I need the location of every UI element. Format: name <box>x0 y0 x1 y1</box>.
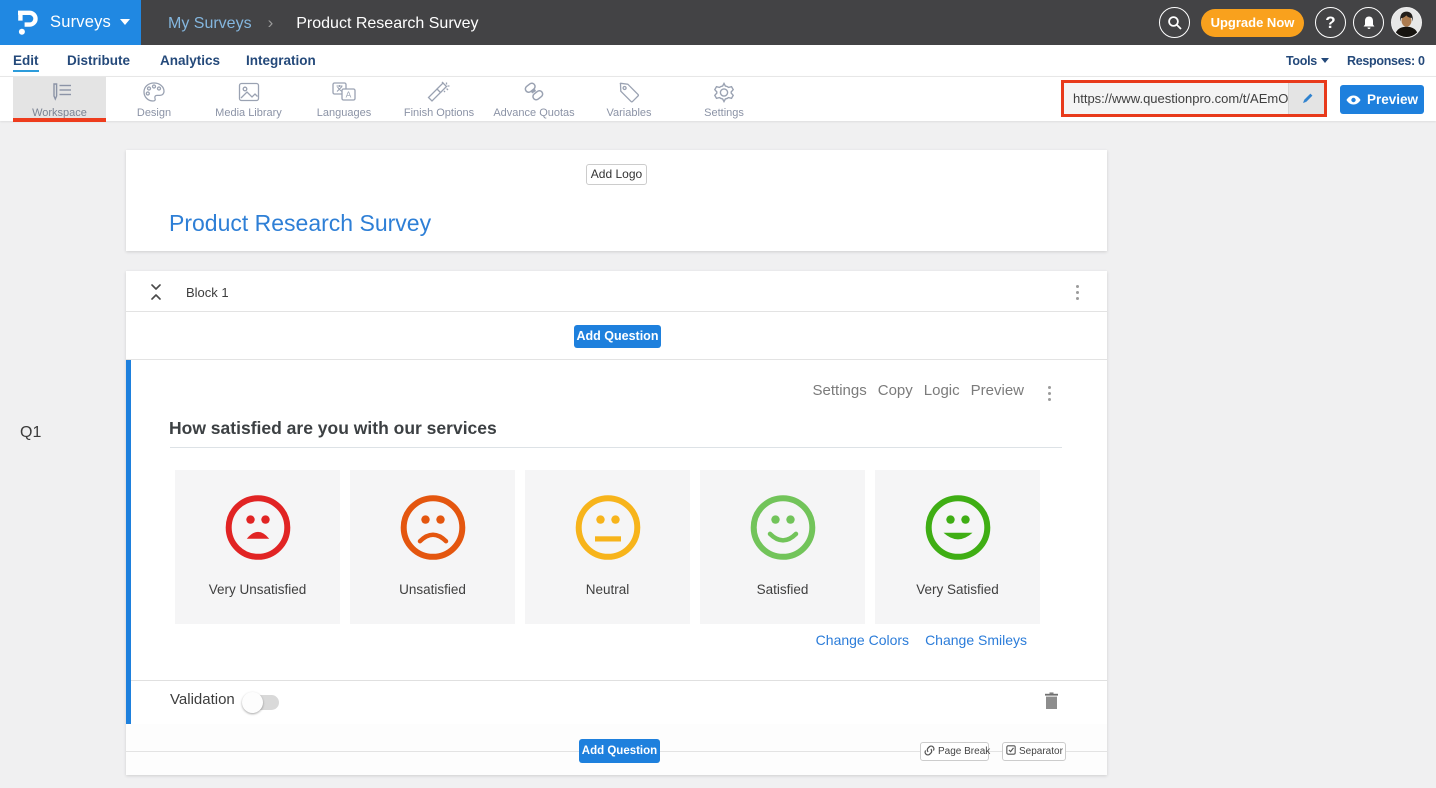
svg-text:A: A <box>346 90 352 100</box>
